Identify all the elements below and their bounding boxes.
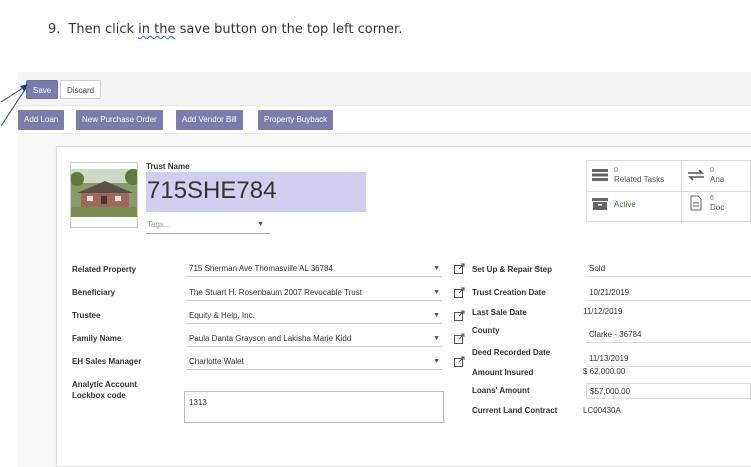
setup-repair-step-label: Set Up & Repair Step (472, 265, 553, 274)
external-link-icon[interactable] (454, 356, 465, 367)
documents-button[interactable]: 6 Doc (688, 194, 724, 212)
related-property-value: 715 Sherman Ave Thomasville AL 36784 (189, 264, 333, 273)
last-sale-date-field[interactable]: 11/12/2019 (580, 304, 745, 320)
add-vendor-bill-button[interactable]: Add Vendor Bill (176, 110, 243, 130)
related-property-field[interactable]: 715 Sherman Ave Thomasville AL 36784 ▼ (186, 261, 442, 277)
step-number: 9. (48, 22, 61, 37)
trust-name-field[interactable]: 715SHE784 (146, 172, 366, 212)
analytic-account-label: Analytic Account (72, 380, 138, 389)
last-sale-date-label: Last Sale Date (472, 308, 527, 317)
lockbox-code-label: Lockbox code (72, 391, 126, 400)
amount-insured-label: Amount Insured (472, 368, 534, 377)
loans-amount-label: Loans' Amount (472, 386, 530, 395)
external-link-icon[interactable] (454, 310, 465, 321)
active-status-label: Active (614, 199, 636, 209)
dropdown-caret-icon: ▼ (433, 289, 440, 296)
dropdown-caret-icon: ▼ (257, 221, 264, 228)
related-property-label: Related Property (72, 265, 137, 274)
beneficiary-value: The Stuart H. Rosenbaum 2007 Revocable T… (189, 288, 362, 297)
family-name-label: Family Name (72, 334, 122, 343)
beneficiary-field[interactable]: The Stuart H. Rosenbaum 2007 Revocable T… (186, 285, 442, 301)
external-link-icon[interactable] (454, 287, 465, 298)
loans-amount-field[interactable]: $57,000.00 (586, 383, 751, 399)
eh-sales-manager-label: EH Sales Manager (72, 357, 142, 366)
active-status-icon (592, 198, 608, 210)
eh-sales-manager-field[interactable]: Charlotte Walet ▼ (186, 354, 442, 370)
family-name-field[interactable]: Paula Danta Grayson and Lakisha Marie Ki… (186, 331, 442, 347)
dropdown-caret-icon: ▼ (433, 265, 440, 272)
house-image (71, 163, 137, 227)
trust-creation-date-field[interactable]: 10/21/2019 (586, 285, 751, 301)
trustee-label: Trustee (72, 311, 101, 320)
trustee-value: Equity & Help, Inc. (189, 311, 255, 320)
dropdown-caret-icon: ▼ (433, 335, 440, 342)
trustee-field[interactable]: Equity & Help, Inc. ▼ (186, 308, 442, 324)
document-icon (690, 195, 702, 211)
documents-label: Doc (710, 203, 725, 212)
related-tasks-button[interactable]: 0 Related Tasks (592, 166, 664, 184)
related-tasks-count: 0 (614, 167, 618, 174)
instruction-part-1: Then click (68, 22, 139, 37)
current-land-contract-label: Current Land Contract (472, 406, 558, 415)
analytics-button[interactable]: 0 Ana (688, 166, 724, 184)
save-button[interactable]: Save (26, 80, 59, 99)
analytics-count: 0 (710, 167, 714, 174)
external-link-icon[interactable] (454, 333, 465, 344)
county-label: County (472, 326, 500, 335)
header-action-bar: Add Loan New Purchase Order Add Vendor B… (18, 106, 751, 134)
property-buyback-button[interactable]: Property Buyback (258, 110, 334, 130)
tasks-icon (592, 169, 608, 181)
current-land-contract-field[interactable]: LC00430A (580, 403, 745, 419)
deed-recorded-date-label: Deed Recorded Date (472, 348, 551, 357)
property-photo[interactable] (70, 162, 138, 228)
setup-repair-step-field[interactable]: Sold (586, 261, 751, 277)
amount-insured-field[interactable]: $ 62,000.00 (580, 364, 745, 380)
discard-button[interactable]: Discard (60, 80, 102, 99)
active-toggle-button[interactable]: Active (592, 198, 636, 210)
beneficiary-label: Beneficiary (72, 288, 116, 297)
analytics-label: Ana (710, 175, 725, 184)
dropdown-caret-icon: ▼ (433, 312, 440, 319)
family-name-value: Paula Danta Grayson and Lakisha Marie Ki… (189, 334, 352, 343)
lockbox-code-field[interactable]: 1313 (184, 391, 444, 423)
control-panel: Save Discard (18, 72, 751, 106)
instruction-flagged-phrase: in the (138, 22, 176, 37)
trust-name-label: Trust Name (146, 162, 190, 171)
county-field[interactable]: Clarke - 36784 (586, 327, 751, 343)
eh-sales-manager-value: Charlotte Walet (189, 357, 244, 366)
tags-placeholder: Tags... (147, 220, 171, 229)
dropdown-caret-icon: ▼ (433, 358, 440, 365)
trust-creation-date-label: Trust Creation Date (472, 288, 546, 297)
add-loan-button[interactable]: Add Loan (18, 110, 65, 130)
tags-field[interactable]: Tags... ▼ (146, 218, 270, 234)
new-purchase-order-button[interactable]: New Purchase Order (76, 110, 163, 130)
related-tasks-label: Related Tasks (614, 175, 665, 184)
external-link-icon[interactable] (454, 263, 465, 274)
analytics-icon (688, 169, 704, 181)
documents-count: 6 (710, 195, 714, 202)
instruction-part-2: save button on the top left corner. (175, 22, 403, 37)
instruction-text: 9. Then click in the save button on the t… (48, 22, 402, 37)
